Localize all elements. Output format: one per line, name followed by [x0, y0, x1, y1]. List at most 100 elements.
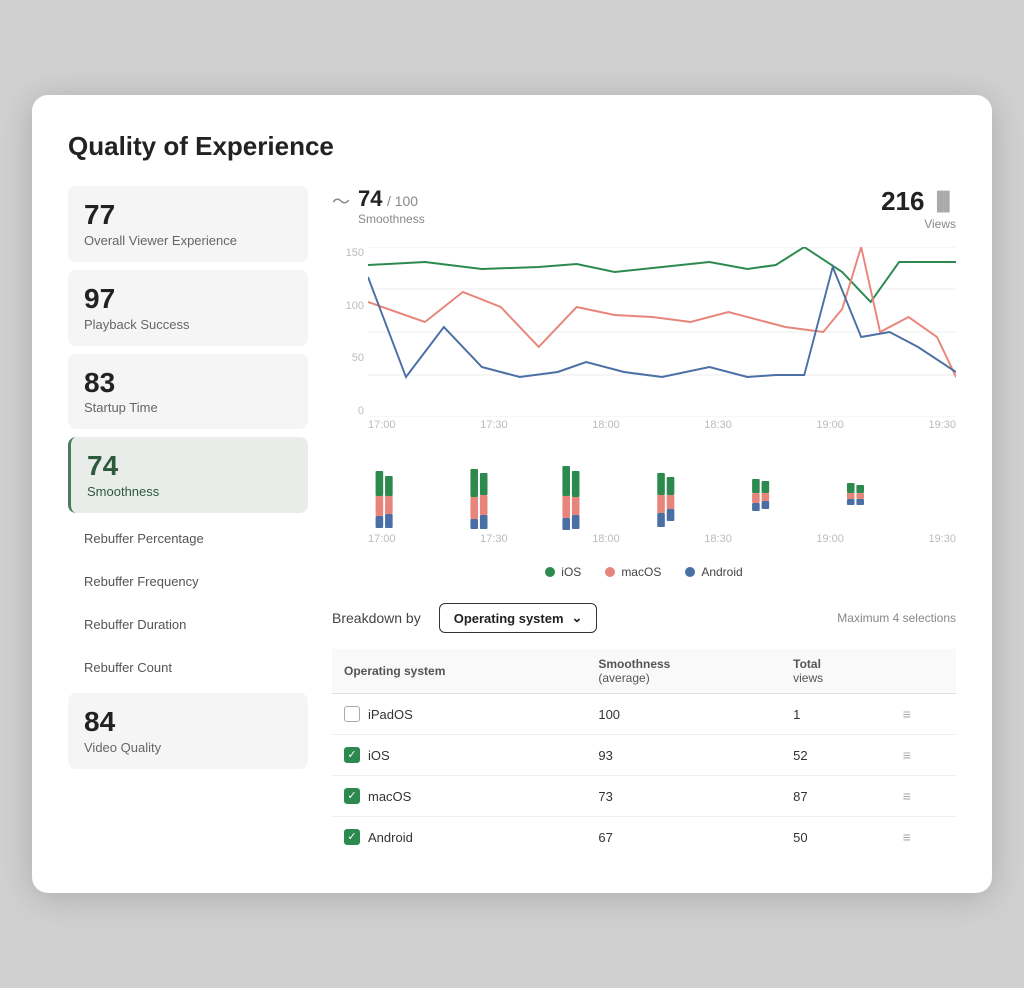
views-macos: 87 [781, 776, 891, 817]
views-label: Views [881, 217, 956, 231]
filter-android[interactable]: ≡ [891, 817, 956, 858]
sidebar-link-rebuffer-dur[interactable]: Rebuffer Duration [68, 607, 308, 642]
startup-label: Startup Time [84, 400, 292, 415]
smoothness-info: 〜 74 / 100 Smoothness [332, 186, 425, 226]
chart-max: / 100 [387, 193, 418, 209]
legend-ios-dot [545, 567, 555, 577]
dropdown-text: Operating system [454, 611, 564, 626]
filter-macos[interactable]: ≡ [891, 776, 956, 817]
filter-ios[interactable]: ≡ [891, 735, 956, 776]
legend-macos-label: macOS [621, 565, 661, 579]
views-ios: 52 [781, 735, 891, 776]
table-header-row: Operating system Smoothness(average) Tot… [332, 649, 956, 694]
y-50: 50 [332, 352, 364, 364]
sidebar-link-rebuffer-cnt[interactable]: Rebuffer Count [68, 650, 308, 685]
bar-chart-container: 17:00 17:30 18:00 18:30 19:00 19:30 [332, 461, 956, 545]
chevron-down-icon: ⌄ [572, 610, 583, 626]
checkbox-macos[interactable] [344, 788, 360, 804]
table-row: iOS 93 52 ≡ [332, 735, 956, 776]
views-number: 216 [881, 186, 924, 217]
smoothness-android: 67 [586, 817, 781, 858]
bar-x-1700: 17:00 [368, 533, 396, 545]
col-filter [891, 649, 956, 694]
breakdown-label: Breakdown by [332, 610, 421, 626]
table-row: Android 67 50 ≡ [332, 817, 956, 858]
bar-chart-area: 17:00 17:30 18:00 18:30 19:00 19:30 [368, 461, 956, 545]
line-chart-svg [368, 247, 956, 417]
sidebar-item-videoquality[interactable]: 84 Video Quality [68, 693, 308, 769]
breakdown-header: Breakdown by Operating system ⌄ Maximum … [332, 603, 956, 633]
filter-icon: ≡ [903, 788, 911, 804]
trend-icon: 〜 [332, 188, 350, 214]
checkbox-ipados[interactable] [344, 706, 360, 722]
y-150: 150 [332, 247, 364, 259]
os-cell-ios: iOS [332, 735, 586, 776]
views-info: 216 ▐▌ Views [881, 186, 956, 231]
smoothness-macos: 73 [586, 776, 781, 817]
checkbox-android[interactable] [344, 829, 360, 845]
bar-x-1930: 19:30 [928, 533, 956, 545]
main-layout: 77 Overall Viewer Experience 97 Playback… [68, 186, 956, 857]
breakdown-dropdown[interactable]: Operating system ⌄ [439, 603, 598, 633]
bar-chart-icon: ▐▌ [930, 191, 956, 212]
bar-x-1800: 18:00 [592, 533, 620, 545]
col-views: Totalviews [781, 649, 891, 694]
sidebar-link-rebuffer-freq[interactable]: Rebuffer Frequency [68, 564, 308, 599]
overall-label: Overall Viewer Experience [84, 233, 292, 248]
chart-legend: iOS macOS Android [332, 565, 956, 579]
playback-label: Playback Success [84, 317, 292, 332]
filter-icon: ≡ [903, 829, 911, 845]
views-ipados: 1 [781, 694, 891, 735]
main-content: 〜 74 / 100 Smoothness 216 ▐▌ Views [332, 186, 956, 857]
legend-macos: macOS [605, 565, 661, 579]
x-axis: 17:00 17:30 18:00 18:30 19:00 19:30 [368, 419, 956, 431]
table-row: iPadOS 100 1 ≡ [332, 694, 956, 735]
y-0: 0 [332, 405, 364, 417]
col-smoothness: Smoothness(average) [586, 649, 781, 694]
y-axis: 150 100 50 0 [332, 247, 364, 437]
overall-value: 77 [84, 200, 292, 231]
sidebar-item-smoothness[interactable]: 74 Smoothness [68, 437, 308, 513]
os-name-ipados: iPadOS [368, 707, 413, 722]
legend-ios: iOS [545, 565, 581, 579]
filter-icon: ≡ [903, 706, 911, 722]
table-header: Operating system Smoothness(average) Tot… [332, 649, 956, 694]
os-name-ios: iOS [368, 748, 390, 763]
page-title: Quality of Experience [68, 131, 956, 162]
sidebar-link-rebuffer-pct[interactable]: Rebuffer Percentage [68, 521, 308, 556]
chart-header: 〜 74 / 100 Smoothness 216 ▐▌ Views [332, 186, 956, 231]
x-1730: 17:30 [480, 419, 508, 431]
filter-icon: ≡ [903, 747, 911, 763]
sidebar-item-playback[interactable]: 97 Playback Success [68, 270, 308, 346]
col-os: Operating system [332, 649, 586, 694]
bar-x-axis: 17:00 17:30 18:00 18:30 19:00 19:30 [368, 533, 956, 545]
breakdown-table: Operating system Smoothness(average) Tot… [332, 649, 956, 857]
legend-macos-dot [605, 567, 615, 577]
sidebar-item-startup[interactable]: 83 Startup Time [68, 354, 308, 430]
x-1830: 18:30 [704, 419, 732, 431]
bar-chart-svg [368, 461, 956, 531]
startup-value: 83 [84, 368, 292, 399]
bar-x-1830: 18:30 [704, 533, 732, 545]
x-1700: 17:00 [368, 419, 396, 431]
x-1930: 19:30 [928, 419, 956, 431]
os-name-macos: macOS [368, 789, 411, 804]
legend-android-label: Android [701, 565, 742, 579]
y-100: 100 [332, 300, 364, 312]
table-body: iPadOS 100 1 ≡ iOS [332, 694, 956, 858]
videoquality-value: 84 [84, 707, 292, 738]
line-chart-container: 150 100 50 0 [332, 247, 956, 437]
bar-y-spacer [332, 461, 364, 545]
chart-score: 74 [358, 186, 382, 211]
views-count-display: 216 ▐▌ [881, 186, 956, 217]
table-row: macOS 73 87 ≡ [332, 776, 956, 817]
main-card: Quality of Experience 77 Overall Viewer … [32, 95, 992, 893]
line-chart-area: 17:00 17:30 18:00 18:30 19:00 19:30 [368, 247, 956, 437]
os-cell-ipados: iPadOS [332, 694, 586, 735]
bar-x-1900: 19:00 [816, 533, 844, 545]
legend-android-dot [685, 567, 695, 577]
filter-ipados[interactable]: ≡ [891, 694, 956, 735]
sidebar-item-overall[interactable]: 77 Overall Viewer Experience [68, 186, 308, 262]
x-1800: 18:00 [592, 419, 620, 431]
checkbox-ios[interactable] [344, 747, 360, 763]
